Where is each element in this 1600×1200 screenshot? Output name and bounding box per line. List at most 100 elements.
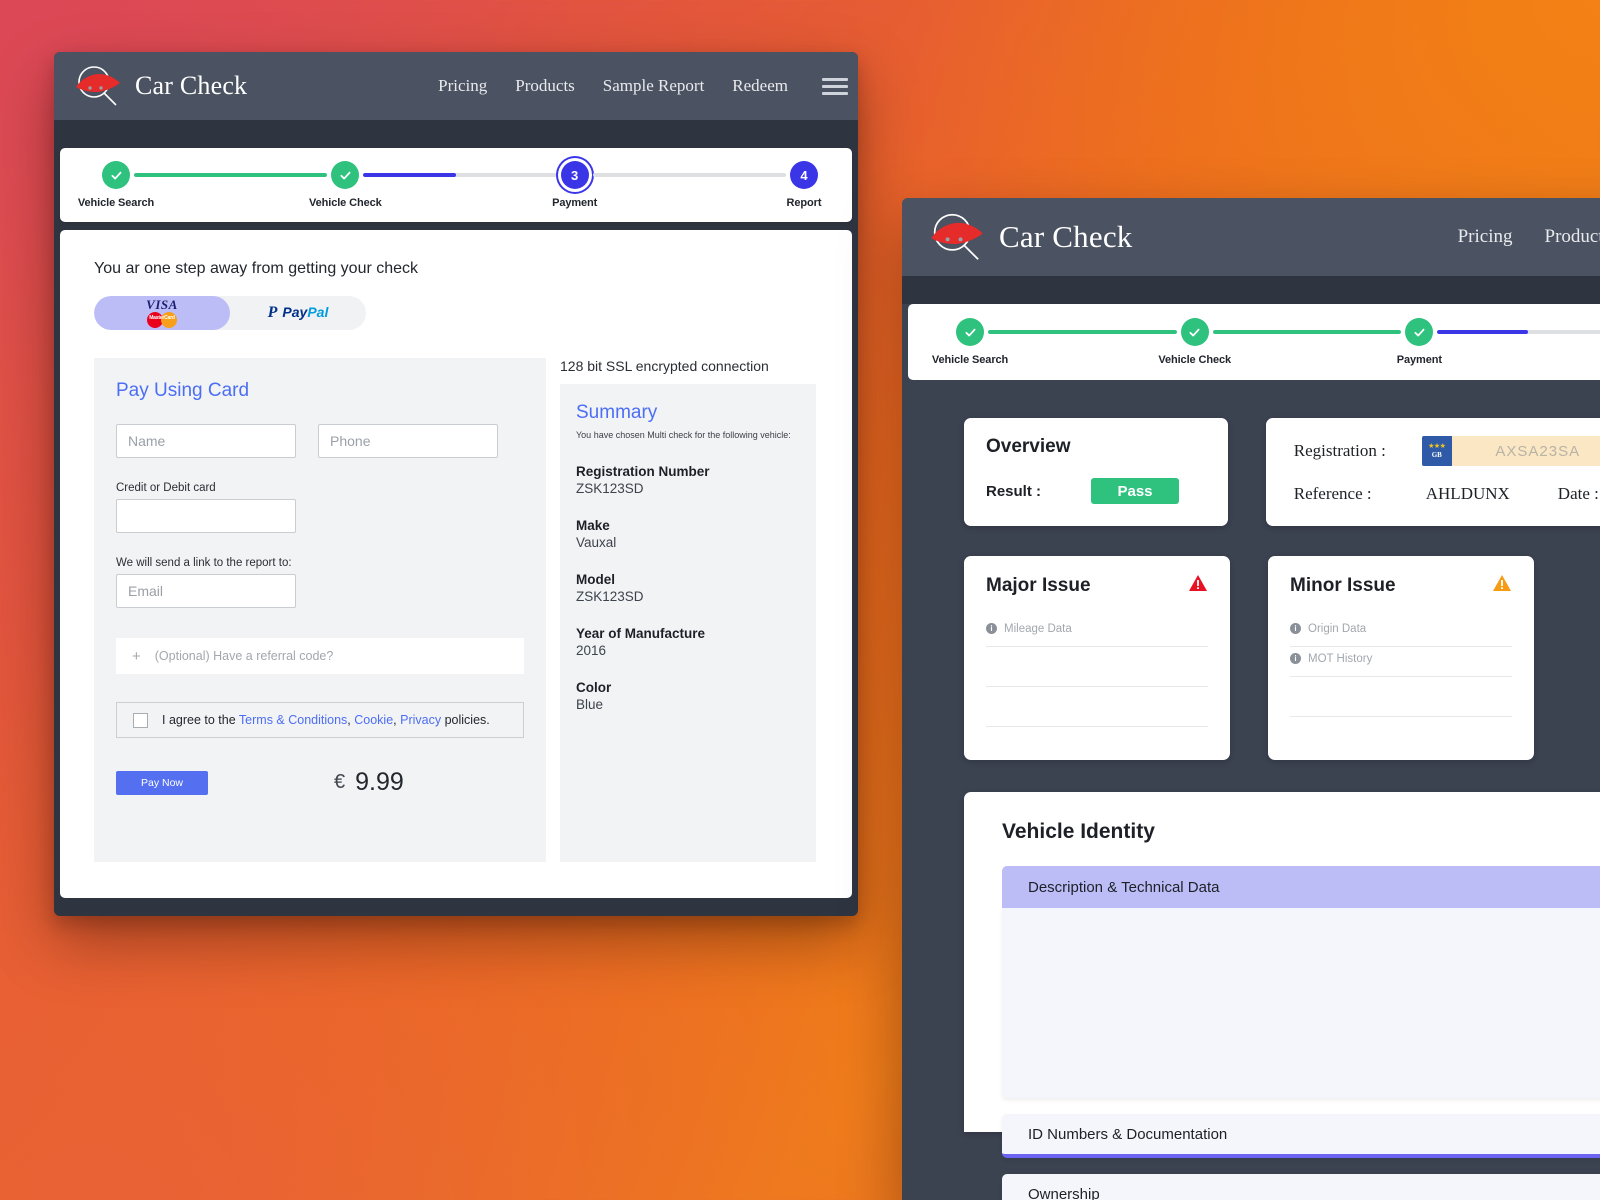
issue-item[interactable]: i Mileage Data xyxy=(986,617,1208,647)
currency-symbol: € xyxy=(334,771,346,793)
phone-input[interactable]: Phone xyxy=(318,424,498,458)
info-icon: i xyxy=(1290,623,1301,634)
step-vehicle-check[interactable]: Vehicle Check xyxy=(309,161,382,209)
terms-text: I agree to the Terms & Conditions, Cooki… xyxy=(162,713,490,727)
report-body: Overview Result : Pass Registration : ★★… xyxy=(902,380,1600,1200)
summary-field: Make Vauxal xyxy=(576,518,800,550)
brand-logo[interactable]: Car Check xyxy=(926,210,1133,264)
paypal-mark: P xyxy=(267,304,278,321)
hamburger-menu-icon[interactable] xyxy=(822,77,848,95)
step-vehicle-search[interactable]: Vehicle Search xyxy=(78,161,154,209)
issues-row: Major Issue i Mileage Data Minor Issue i… xyxy=(964,556,1600,760)
accordion-header-ownership[interactable]: Ownership xyxy=(1002,1174,1600,1200)
summary-field: Model ZSK123SD xyxy=(576,572,800,604)
registration-label: Registration : xyxy=(1293,441,1386,460)
minor-issue-title: Minor Issue xyxy=(1290,574,1396,596)
summary-value: ZSK123SD xyxy=(576,481,644,496)
vehicle-identity-title: Vehicle Identity xyxy=(1002,820,1155,843)
summary-value: 2016 xyxy=(576,643,607,658)
registration-row: Registration : ★★★ GB AXSA23SA xyxy=(1294,436,1600,466)
summary-field: Registration Number ZSK123SD xyxy=(576,464,800,496)
step-payment[interactable]: Payment xyxy=(1397,318,1442,366)
step-connector-2 xyxy=(1212,330,1402,334)
step-label: Vehicle Check xyxy=(308,197,382,209)
nav-item-pricing[interactable]: Pricing xyxy=(1458,226,1513,248)
plate-number-input[interactable]: AXSA23SA xyxy=(1451,436,1600,466)
window1-dark-band xyxy=(54,120,858,148)
brand-name: Car Check xyxy=(999,219,1133,254)
paypal-text-1: Pay xyxy=(282,304,308,320)
step-payment[interactable]: 3 Payment xyxy=(552,161,597,209)
pay-using-card-panel: Pay Using Card Name Phone Credit or Debi… xyxy=(94,358,546,862)
nav-item-products[interactable]: Products xyxy=(515,76,575,96)
minor-issue-header: Minor Issue xyxy=(1290,574,1512,597)
terms-prefix: I agree to the xyxy=(162,713,239,727)
terms-agreement-row[interactable]: I agree to the Terms & Conditions, Cooki… xyxy=(116,702,524,738)
date-label: Date : xyxy=(1557,484,1599,503)
step-label: Vehicle Search xyxy=(77,197,155,209)
accordion-header-id-numbers[interactable]: ID Numbers & Documentation xyxy=(1002,1114,1600,1158)
tab-card[interactable]: VISA MasterCard xyxy=(94,296,230,330)
accordion-header-description[interactable]: Description & Technical Data xyxy=(1002,866,1600,908)
payment-body: You ar one step away from getting your c… xyxy=(60,230,852,898)
step-report[interactable]: 4 Report xyxy=(786,161,822,209)
window1-nav: Pricing Products Sample Report Redeem xyxy=(438,52,858,120)
minor-issue-list: i Origin Data i MOT History xyxy=(1290,617,1512,717)
nav-item-sample-report[interactable]: Sample Report xyxy=(603,76,705,96)
email-label: We will send a link to the report to: xyxy=(116,557,292,569)
registration-card: Registration : ★★★ GB AXSA23SA Reference… xyxy=(1265,418,1600,526)
payment-columns: Pay Using Card Name Phone Credit or Debi… xyxy=(94,358,818,862)
report-window: Car Check Pricing Products Sa Vehicle Se… xyxy=(902,198,1600,1200)
visa-icon-text: VISA xyxy=(146,297,178,312)
terms-checkbox[interactable] xyxy=(133,712,148,728)
issue-item[interactable]: i Origin Data xyxy=(1290,617,1512,647)
step-vehicle-search[interactable]: Vehicle Search xyxy=(932,318,1008,366)
email-block: We will send a link to the report to: Em… xyxy=(116,557,524,608)
referral-label: (Optional) Have a referral code? xyxy=(154,649,334,663)
step-marker-number: 4 xyxy=(789,161,818,189)
vehicle-identity-card: Vehicle Identity Description & Technical… xyxy=(964,792,1600,1200)
pay-now-button[interactable]: Pay Now xyxy=(116,770,208,795)
tab-paypal[interactable]: P PayPal xyxy=(230,296,366,330)
issue-empty-row xyxy=(986,647,1208,687)
result-status-badge: Pass xyxy=(1091,478,1180,504)
nav-item-products[interactable]: Products xyxy=(1545,226,1600,248)
window2-header: Car Check Pricing Products Sa xyxy=(902,198,1600,276)
minor-issue-card: Minor Issue i Origin Data i MOT History xyxy=(1268,556,1534,760)
ssl-note: 128 bit SSL encrypted connection xyxy=(560,358,769,374)
car-magnifier-logo-icon xyxy=(72,63,124,109)
email-input[interactable]: Email xyxy=(116,574,296,608)
info-icon: i xyxy=(1290,653,1301,664)
price-display: € 9.99 xyxy=(334,768,404,797)
name-phone-row: Name Phone xyxy=(116,424,524,458)
warning-triangle-red-icon xyxy=(1188,574,1208,597)
referral-code-toggle[interactable]: + (Optional) Have a referral code? xyxy=(116,638,524,674)
mastercard-icon: MasterCard xyxy=(146,312,177,328)
nav-item-redeem[interactable]: Redeem xyxy=(732,76,788,96)
step-connector-2 xyxy=(363,173,557,177)
gb-label: GB xyxy=(1431,451,1442,459)
summary-key: Model xyxy=(576,572,615,587)
reference-value: AHLDUNX xyxy=(1425,484,1510,503)
link-cookie[interactable]: Cookie xyxy=(354,713,393,727)
link-privacy[interactable]: Privacy xyxy=(400,713,441,727)
major-issue-header: Major Issue xyxy=(986,574,1208,597)
number-plate: ★★★ GB AXSA23SA xyxy=(1421,436,1600,466)
visa-mastercard-icon: VISA MasterCard xyxy=(146,298,178,328)
step-connector-1 xyxy=(134,173,328,177)
link-terms[interactable]: Terms & Conditions xyxy=(239,713,347,727)
issue-item[interactable]: i MOT History xyxy=(1290,647,1512,677)
step-label: Report xyxy=(786,197,822,209)
paypal-text-2: Pal xyxy=(307,304,329,320)
summary-field: Year of Manufacture 2016 xyxy=(576,626,800,658)
card-number-input[interactable] xyxy=(116,499,296,533)
nav-item-pricing[interactable]: Pricing xyxy=(438,76,487,96)
issue-label: Origin Data xyxy=(1308,622,1367,635)
step-label: Payment xyxy=(1396,354,1442,366)
step-marker-check-icon xyxy=(102,161,130,189)
step-vehicle-check[interactable]: Vehicle Check xyxy=(1158,318,1231,366)
window1-stepper: Vehicle Search Vehicle Check 3 Payment 4… xyxy=(60,148,852,222)
name-input[interactable]: Name xyxy=(116,424,296,458)
brand-logo[interactable]: Car Check xyxy=(72,63,247,109)
terms-suffix: policies. xyxy=(441,713,490,727)
